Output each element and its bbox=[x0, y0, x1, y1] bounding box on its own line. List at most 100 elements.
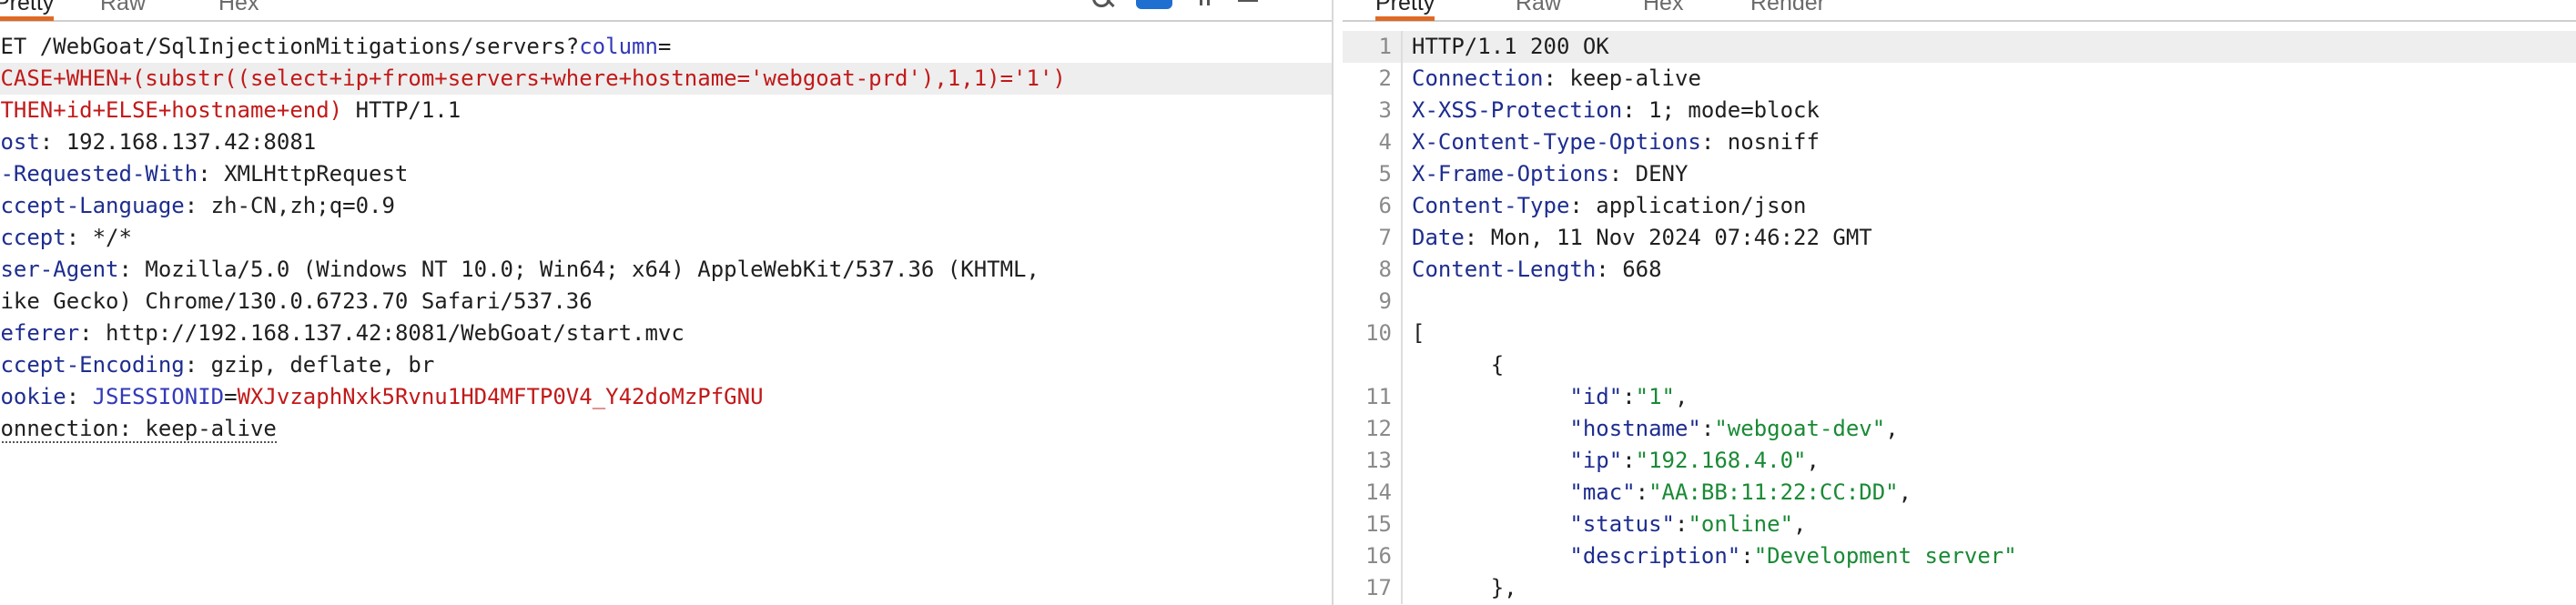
code-token: : bbox=[1622, 384, 1636, 409]
code-token: : bbox=[1674, 511, 1689, 537]
code-token: Connection bbox=[1412, 66, 1544, 91]
code-token: X-XSS-Protection bbox=[1412, 97, 1623, 123]
line-content: "ip":"192.168.4.0", bbox=[1401, 445, 1820, 477]
code-token: : bbox=[1622, 448, 1636, 473]
response-line: 1 HTTP/1.1 200 OK bbox=[1343, 31, 2576, 63]
response-tab-bar: Pretty Raw Hex Render bbox=[1343, 0, 2576, 22]
line-number: 11 bbox=[1365, 384, 1392, 409]
line-number: 17 bbox=[1365, 575, 1392, 600]
code-token: : Mon, 11 Nov 2024 07:46:22 GMT bbox=[1464, 225, 1872, 250]
line-content: "id":"1", bbox=[1401, 381, 1688, 413]
line-content: Content-Type: application/json bbox=[1401, 190, 1806, 222]
code-token: : nosniff bbox=[1700, 129, 1820, 155]
request-editor[interactable]: GET /WebGoat/SqlInjectionMitigations/ser… bbox=[0, 31, 1332, 445]
tab-request-hex[interactable]: Hex bbox=[218, 0, 259, 18]
line-number: 1 bbox=[1378, 34, 1392, 59]
code-token: Content-Type bbox=[1412, 193, 1570, 218]
code-token: , bbox=[1675, 384, 1689, 409]
tab-response-hex[interactable]: Hex bbox=[1643, 0, 1683, 18]
line-number: 15 bbox=[1365, 511, 1392, 537]
code-token: Connection: keep-alive bbox=[0, 416, 277, 443]
menu-icon[interactable] bbox=[1238, 0, 1260, 5]
code-token: "description" bbox=[1569, 543, 1741, 569]
code-token: Accept bbox=[0, 225, 66, 250]
code-token: : DENY bbox=[1608, 161, 1689, 187]
code-token: "mac" bbox=[1569, 479, 1636, 505]
code-token: "Development server" bbox=[1753, 543, 2017, 569]
request-line: like Gecko) Chrome/130.0.6723.70 Safari/… bbox=[0, 286, 1332, 318]
code-token: : 1; mode=block bbox=[1622, 97, 1820, 123]
line-number: 4 bbox=[1378, 129, 1392, 155]
code-token: GET /WebGoat/SqlInjectionMitigations/ser… bbox=[0, 34, 580, 59]
response-line: 11 "id":"1", bbox=[1343, 381, 2576, 413]
code-token: : XMLHttpRequest bbox=[198, 161, 409, 187]
response-line: 14 "mac":"AA:BB:11:22:CC:DD", bbox=[1343, 477, 2576, 509]
tab-response-render[interactable]: Render bbox=[1750, 0, 1825, 18]
request-line: Accept-Encoding: gzip, deflate, br bbox=[0, 349, 1332, 381]
line-number: 7 bbox=[1378, 225, 1392, 250]
code-token: Date bbox=[1412, 225, 1465, 250]
tab-request-raw[interactable]: Raw bbox=[100, 0, 146, 18]
code-token: , bbox=[1793, 511, 1807, 537]
code-token: : gzip, deflate, br bbox=[184, 352, 435, 378]
line-number: 14 bbox=[1365, 479, 1392, 505]
request-line: GET /WebGoat/SqlInjectionMitigations/ser… bbox=[0, 31, 1332, 63]
ln-toggle-icon[interactable] bbox=[1136, 0, 1172, 9]
code-token: : keep-alive bbox=[1543, 66, 1701, 91]
code-token: , bbox=[1885, 416, 1899, 441]
line-number: 13 bbox=[1365, 448, 1392, 473]
code-token: User-Agent bbox=[0, 257, 119, 282]
code-token: Cookie bbox=[0, 384, 66, 409]
request-line: (CASE+WHEN+(substr((select+ip+from+serve… bbox=[0, 63, 1332, 95]
tab-request-pretty[interactable]: Pretty bbox=[0, 0, 55, 21]
code-token: +THEN+id+ELSE+hostname+end) bbox=[0, 97, 343, 123]
code-token: : */* bbox=[66, 225, 132, 250]
request-line: X-Requested-With: XMLHttpRequest bbox=[0, 158, 1332, 190]
line-content: X-Content-Type-Options: nosniff bbox=[1401, 126, 1820, 158]
code-token: Content-Length bbox=[1412, 257, 1597, 282]
code-token: like Gecko) Chrome/130.0.6723.70 Safari/… bbox=[0, 288, 593, 314]
tab-response-raw[interactable]: Raw bbox=[1516, 0, 1561, 18]
code-token: HTTP/1.1 200 OK bbox=[1412, 34, 1609, 59]
code-token: , bbox=[1898, 479, 1912, 505]
code-token: = bbox=[657, 34, 672, 59]
request-line: +THEN+id+ELSE+hostname+end) HTTP/1.1 bbox=[0, 95, 1332, 126]
line-content: }, bbox=[1401, 572, 1517, 604]
code-token: { bbox=[1412, 352, 1505, 378]
response-line: 5 X-Frame-Options: DENY bbox=[1343, 158, 2576, 190]
code-token: }, bbox=[1412, 575, 1517, 600]
code-token: "hostname" bbox=[1569, 416, 1701, 441]
line-content: "status":"online", bbox=[1401, 509, 1806, 540]
line-content: X-XSS-Protection: 1; mode=block bbox=[1401, 95, 1820, 126]
gutter-separator bbox=[1401, 31, 1403, 604]
pane-divider[interactable] bbox=[1332, 0, 1343, 605]
code-token: : zh-CN,zh;q=0.9 bbox=[184, 193, 395, 218]
request-line: Cookie: JSESSIONID=WXJvzaphNxk5Rvnu1HD4M… bbox=[0, 381, 1332, 413]
line-content: [ bbox=[1401, 318, 1425, 349]
line-content: Date: Mon, 11 Nov 2024 07:46:22 GMT bbox=[1401, 222, 1872, 254]
code-token: , bbox=[1806, 448, 1820, 473]
tab-response-pretty[interactable]: Pretty bbox=[1375, 0, 1435, 21]
code-token: Accept-Encoding bbox=[0, 352, 185, 378]
code-token: X-Frame-Options bbox=[1412, 161, 1609, 187]
response-line: 13 "ip":"192.168.4.0", bbox=[1343, 445, 2576, 477]
response-editor[interactable]: 1 HTTP/1.1 200 OK 2 Connection: keep-alive 3… bbox=[1343, 31, 2576, 604]
response-line: { bbox=[1343, 349, 2576, 381]
code-token: WXJvzaphNxk5Rvnu1HD4MFTP0V4_Y42doMzPfGNU bbox=[237, 384, 764, 409]
code-token: : application/json bbox=[1569, 193, 1807, 218]
code-token: : bbox=[1700, 416, 1715, 441]
line-number: 10 bbox=[1365, 320, 1392, 346]
response-line: 16 "description":"Development server" bbox=[1343, 540, 2576, 572]
line-number: 12 bbox=[1365, 416, 1392, 441]
line-number: 3 bbox=[1378, 97, 1392, 123]
line-number: 5 bbox=[1378, 161, 1392, 187]
newline-icon[interactable] bbox=[1198, 0, 1220, 5]
line-number: 6 bbox=[1378, 193, 1392, 218]
line-number: 16 bbox=[1365, 543, 1392, 569]
search-icon[interactable] bbox=[1092, 0, 1112, 11]
code-token: : 668 bbox=[1596, 257, 1662, 282]
